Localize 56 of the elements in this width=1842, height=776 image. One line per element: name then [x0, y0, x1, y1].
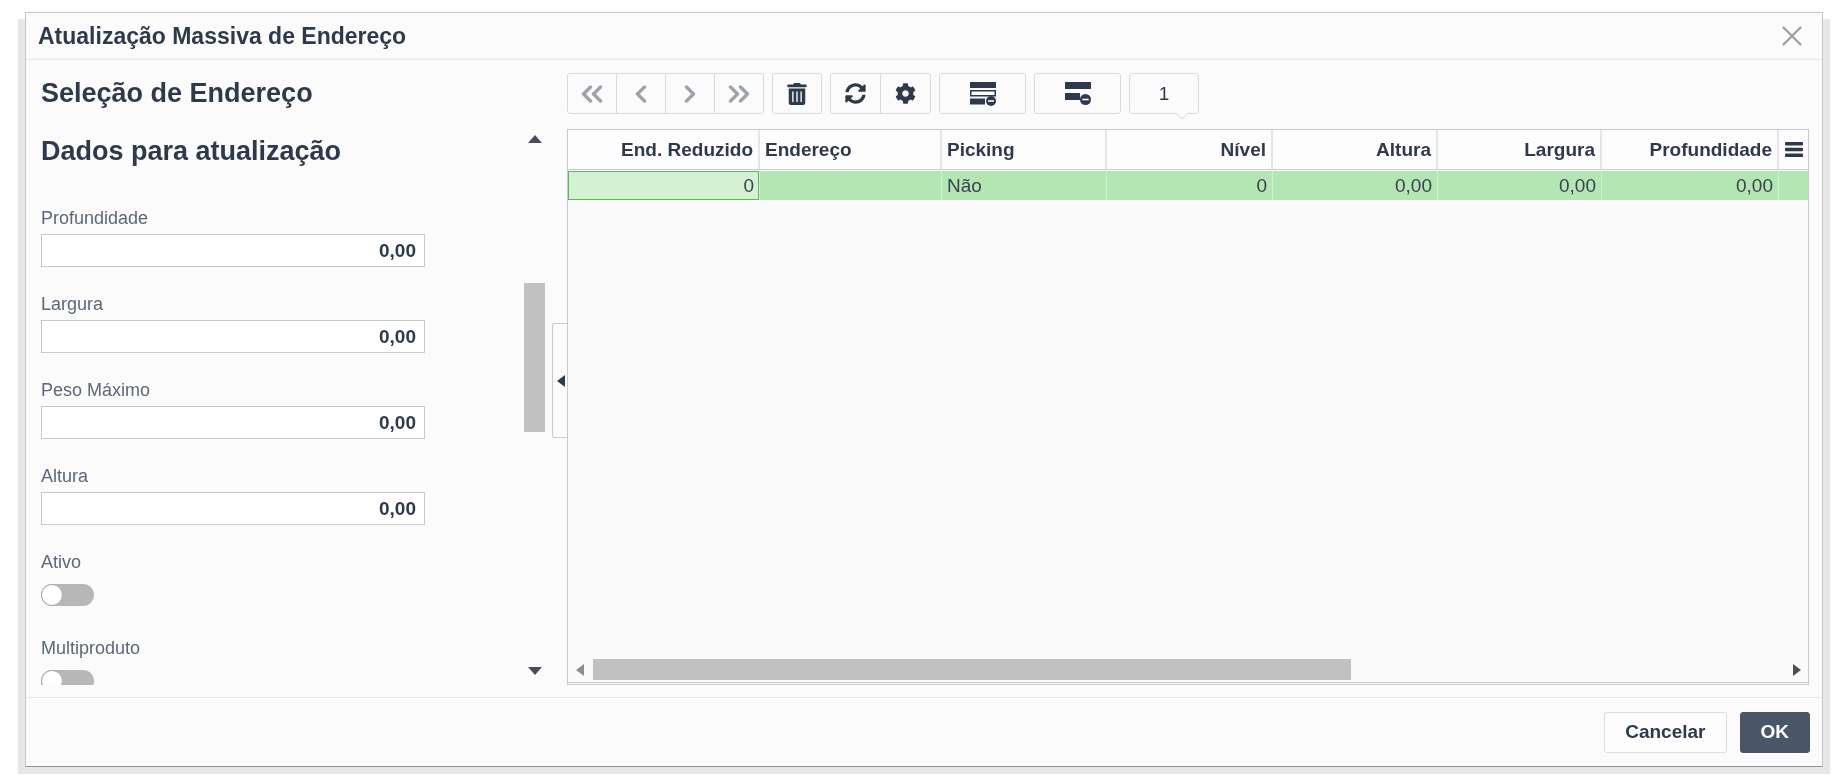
table-cell: 0,00: [1273, 171, 1438, 200]
number-field[interactable]: 0,00: [41, 320, 425, 353]
table-cell: 0: [568, 171, 760, 200]
panel-title: Seleção de Endereço: [40, 77, 314, 110]
settings-icon: [895, 83, 916, 104]
number-field[interactable]: 0,00: [41, 234, 425, 267]
column-header[interactable]: Largura: [1438, 130, 1602, 169]
caret-left-icon[interactable]: [576, 663, 584, 676]
settings-button[interactable]: [880, 73, 931, 114]
page-number: 1: [1129, 73, 1199, 120]
double-chevron-right-icon: [728, 84, 750, 103]
column-header[interactable]: Endereço: [760, 130, 942, 169]
cancel-button[interactable]: Cancelar: [1604, 711, 1727, 753]
column-header[interactable]: Altura: [1273, 130, 1438, 169]
toolbar-button[interactable]: [1034, 73, 1121, 114]
field-label: Ativo: [41, 551, 82, 573]
ok-button[interactable]: OK: [1739, 711, 1810, 753]
stack-minus-icon: [969, 81, 996, 106]
section-title: Dados para atualização: [41, 135, 343, 167]
toolbar-button[interactable]: [939, 73, 1026, 114]
field-label: Multiproduto: [41, 637, 141, 659]
refresh-button[interactable]: [830, 73, 881, 114]
dialog-title: Atualização Massiva de Endereço: [38, 22, 407, 50]
chevron-right-icon: [684, 84, 696, 103]
table-cell: Não: [942, 171, 1107, 200]
number-field[interactable]: 0,00: [41, 492, 425, 525]
caret-left-icon: [557, 374, 565, 387]
caret-right-icon[interactable]: [1793, 663, 1801, 676]
table-cell: 0,00: [1602, 171, 1779, 200]
collapse-handle[interactable]: [552, 323, 567, 438]
delete-button[interactable]: [772, 73, 822, 114]
column-header[interactable]: Picking: [942, 130, 1107, 169]
field-label: Peso Máximo: [41, 379, 151, 401]
field-label: Largura: [41, 293, 104, 315]
field-label: Altura: [41, 465, 89, 487]
column-header[interactable]: End. Reduzido: [568, 130, 760, 169]
menu-icon[interactable]: [1784, 142, 1803, 157]
stack-minus-icon: [1064, 82, 1091, 105]
refresh-icon: [845, 83, 866, 104]
field-label: Profundidade: [41, 207, 149, 229]
table-cell: 0,00: [1438, 171, 1602, 200]
column-header[interactable]: Nível: [1107, 130, 1273, 169]
caret-down-icon[interactable]: [527, 667, 542, 675]
close-icon: [1782, 26, 1802, 46]
column-header[interactable]: Profundidade: [1602, 130, 1779, 169]
toggle-switch[interactable]: [41, 584, 94, 606]
double-chevron-left-icon: [581, 84, 603, 103]
close-button[interactable]: [1782, 26, 1802, 46]
table-cell: 0: [1107, 171, 1273, 200]
scrollbar-thumb[interactable]: [593, 659, 1351, 680]
scrollbar-thumb[interactable]: [524, 283, 545, 432]
chevron-left-icon: [635, 84, 647, 103]
caret-up-icon[interactable]: [527, 135, 542, 143]
table-row[interactable]: 0 Não 0 0,00 0,00 0,00: [568, 171, 1808, 200]
number-field[interactable]: 0,00: [41, 406, 425, 439]
trash-icon: [786, 82, 808, 105]
